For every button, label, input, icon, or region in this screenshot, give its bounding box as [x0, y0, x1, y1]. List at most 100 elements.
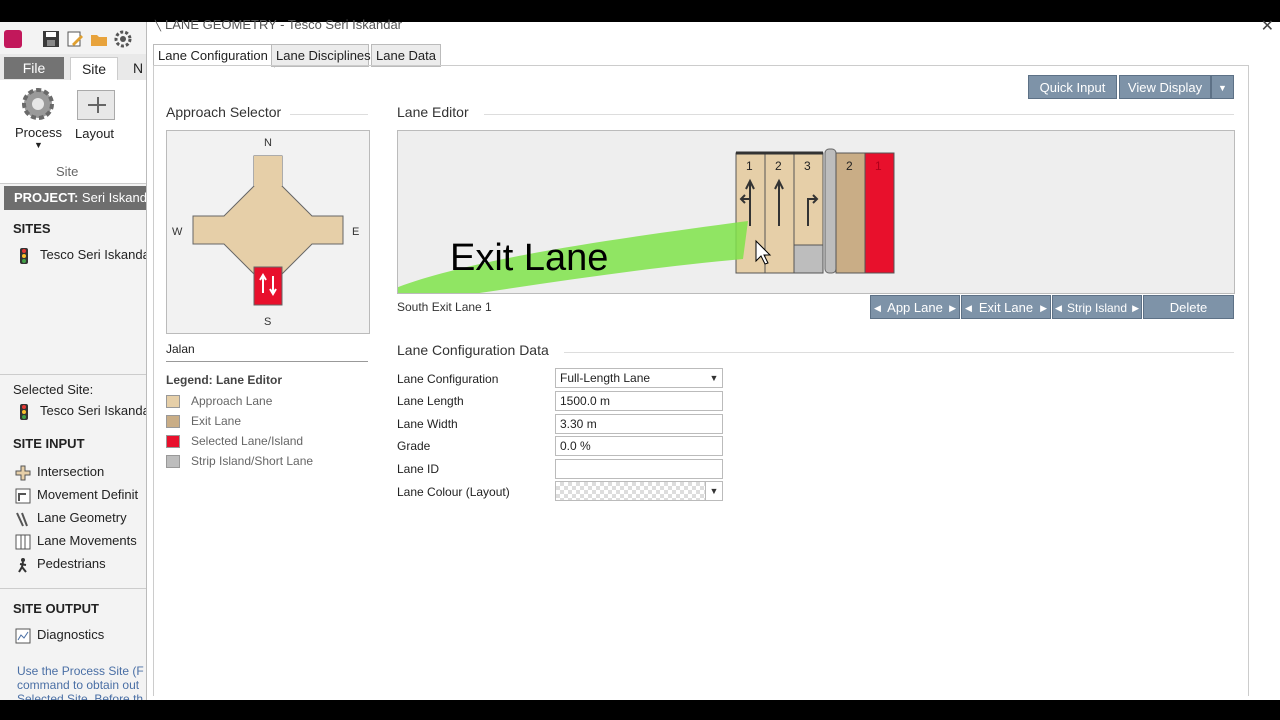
select-value: Full-Length Lane	[560, 371, 651, 385]
legend-strip-island: Strip Island/Short Lane	[166, 454, 314, 469]
process-dropdown-icon[interactable]: ▼	[34, 140, 43, 150]
approach-lane-number: 1	[746, 159, 753, 173]
right-arrow-icon[interactable]: ▶	[949, 296, 956, 320]
config-data-title: Lane Configuration Data	[397, 342, 549, 358]
lane-geometry-icon	[16, 512, 28, 526]
nav-lane-geometry[interactable]: Lane Geometry	[15, 510, 127, 527]
divider	[564, 352, 1234, 353]
chevron-down-icon[interactable]: ▼	[705, 482, 722, 500]
grade-input[interactable]: 0.0 %	[555, 436, 723, 456]
site-name: Tesco Seri Iskanda	[40, 247, 146, 262]
selected-lane-caption: South Exit Lane 1	[397, 300, 492, 314]
legend-label: Exit Lane	[191, 414, 242, 428]
right-arrow-icon[interactable]: ▶	[1040, 296, 1047, 320]
divider	[290, 114, 368, 115]
button-label: Exit Lane	[978, 300, 1034, 315]
swatch	[166, 415, 180, 429]
folder-icon[interactable]	[90, 30, 108, 48]
lane-length-input[interactable]: 1500.0 m	[555, 391, 723, 411]
sites-heading: SITES	[13, 221, 51, 236]
help-line: Selected Site. Before th	[17, 692, 144, 700]
site-list-item[interactable]: Tesco Seri Iskanda	[20, 247, 146, 264]
selected-site-item[interactable]: Tesco Seri Iskanda	[20, 403, 146, 420]
lane-colour-picker[interactable]: ▼	[555, 481, 723, 501]
gear-icon[interactable]	[114, 30, 132, 48]
overlay-caption: Exit Lane	[450, 237, 609, 279]
approach-north	[254, 156, 282, 186]
left-arrow-icon[interactable]: ◀	[874, 296, 881, 320]
grade-label: Grade	[397, 439, 431, 453]
legend-selected-lane: Selected Lane/Island	[166, 434, 304, 449]
traffic-light-icon	[20, 403, 28, 420]
lane-editor-canvas[interactable]: 1 2 3 2 1 Exit Lane	[397, 130, 1235, 294]
nav-pedestrians[interactable]: Pedestrians	[15, 556, 106, 573]
help-line: command to obtain out	[17, 678, 140, 692]
lane-configuration-select[interactable]: Full-Length Lane ▼	[555, 368, 723, 388]
tab-file[interactable]: File	[4, 57, 64, 79]
button-label: Strip Island	[1066, 301, 1128, 315]
traffic-light-icon	[20, 247, 28, 264]
legend-label: Selected Lane/Island	[191, 434, 304, 448]
site-output-heading: SITE OUTPUT	[13, 601, 99, 616]
process-gear-icon[interactable]	[20, 86, 56, 122]
divider	[166, 361, 368, 362]
lane-colour-label: Lane Colour (Layout)	[397, 485, 510, 499]
lane-width-label: Lane Width	[397, 417, 458, 431]
right-arrow-icon[interactable]: ▶	[1132, 296, 1139, 320]
exit-lane-number: 2	[846, 159, 853, 173]
lane-length-label: Lane Length	[397, 394, 464, 408]
dialog-body: Quick Input View Display ▼ Approach Sele…	[153, 65, 1249, 696]
nav-intersection[interactable]: Intersection	[15, 464, 104, 481]
letterbox-bottom	[0, 700, 1280, 720]
exit-lane-number: 1	[875, 159, 882, 173]
left-arrow-icon[interactable]: ◀	[965, 296, 972, 320]
selected-site-name: Tesco Seri Iskanda	[40, 403, 146, 418]
legend-label: Strip Island/Short Lane	[191, 454, 314, 468]
divider	[0, 588, 146, 589]
lane-geometry-dialog: ╲ LANE GEOMETRY - Tesco Seri Iskandar ✕ L…	[146, 17, 1280, 700]
swatch	[166, 455, 180, 469]
ribbon-body: Process ▼ Layout Site	[0, 80, 146, 184]
nav-label: Diagnostics	[37, 627, 105, 642]
edit-icon[interactable]	[66, 30, 84, 48]
save-icon[interactable]	[42, 30, 60, 48]
process-button-label[interactable]: Process	[15, 125, 62, 140]
tab-lane-data[interactable]: Lane Data	[371, 44, 441, 67]
app-lane-button[interactable]: ◀ App Lane ▶	[870, 295, 960, 319]
layout-icon[interactable]	[77, 90, 115, 120]
nav-label: Lane Geometry	[37, 510, 127, 525]
tab-lane-disciplines[interactable]: Lane Disciplines	[271, 44, 371, 67]
tab-next[interactable]: N	[128, 57, 146, 79]
site-input-heading: SITE INPUT	[13, 436, 85, 451]
lane-id-input[interactable]	[555, 459, 723, 479]
legend-exit-lane: Exit Lane	[166, 414, 242, 429]
legend-approach-lane: Approach Lane	[166, 394, 273, 409]
tab-site[interactable]: Site	[70, 57, 118, 80]
close-icon[interactable]: ✕	[1261, 16, 1274, 36]
left-arrow-icon[interactable]: ◀	[1055, 296, 1062, 320]
median-island	[824, 148, 837, 274]
nav-movement-definitions[interactable]: Movement Definit	[15, 487, 138, 504]
exit-lane-button[interactable]: ◀ Exit Lane ▶	[961, 295, 1051, 319]
nav-diagnostics[interactable]: Diagnostics	[15, 627, 104, 644]
project-name: Seri Iskanda	[81, 190, 146, 205]
divider	[0, 374, 146, 375]
ribbon-tab-bar: File Site N	[0, 54, 146, 80]
ribbon-group-label: Site	[56, 164, 79, 179]
legend-title: Legend: Lane Editor	[166, 373, 283, 387]
selected-site-label: Selected Site:	[13, 382, 94, 397]
strip-island-button[interactable]: ◀ Strip Island ▶	[1052, 295, 1142, 319]
project-header: PROJECT: Seri Iskanda	[4, 186, 146, 210]
view-display-dropdown-icon[interactable]: ▼	[1211, 75, 1234, 99]
view-display-button[interactable]: View Display	[1119, 75, 1211, 99]
main-app-panel: File Site N Process ▼ Layout Site PROJEC…	[0, 22, 146, 700]
nav-lane-movements[interactable]: Lane Movements	[15, 533, 137, 550]
project-label: PROJECT:	[14, 190, 79, 205]
chevron-down-icon[interactable]: ▼	[706, 369, 722, 387]
approach-name: Jalan	[166, 342, 195, 356]
delete-button[interactable]: Delete	[1143, 295, 1234, 319]
lane-width-input[interactable]: 3.30 m	[555, 414, 723, 434]
legend-label: Approach Lane	[191, 394, 273, 408]
layout-button-label[interactable]: Layout	[75, 126, 114, 141]
quick-input-button[interactable]: Quick Input	[1028, 75, 1117, 99]
